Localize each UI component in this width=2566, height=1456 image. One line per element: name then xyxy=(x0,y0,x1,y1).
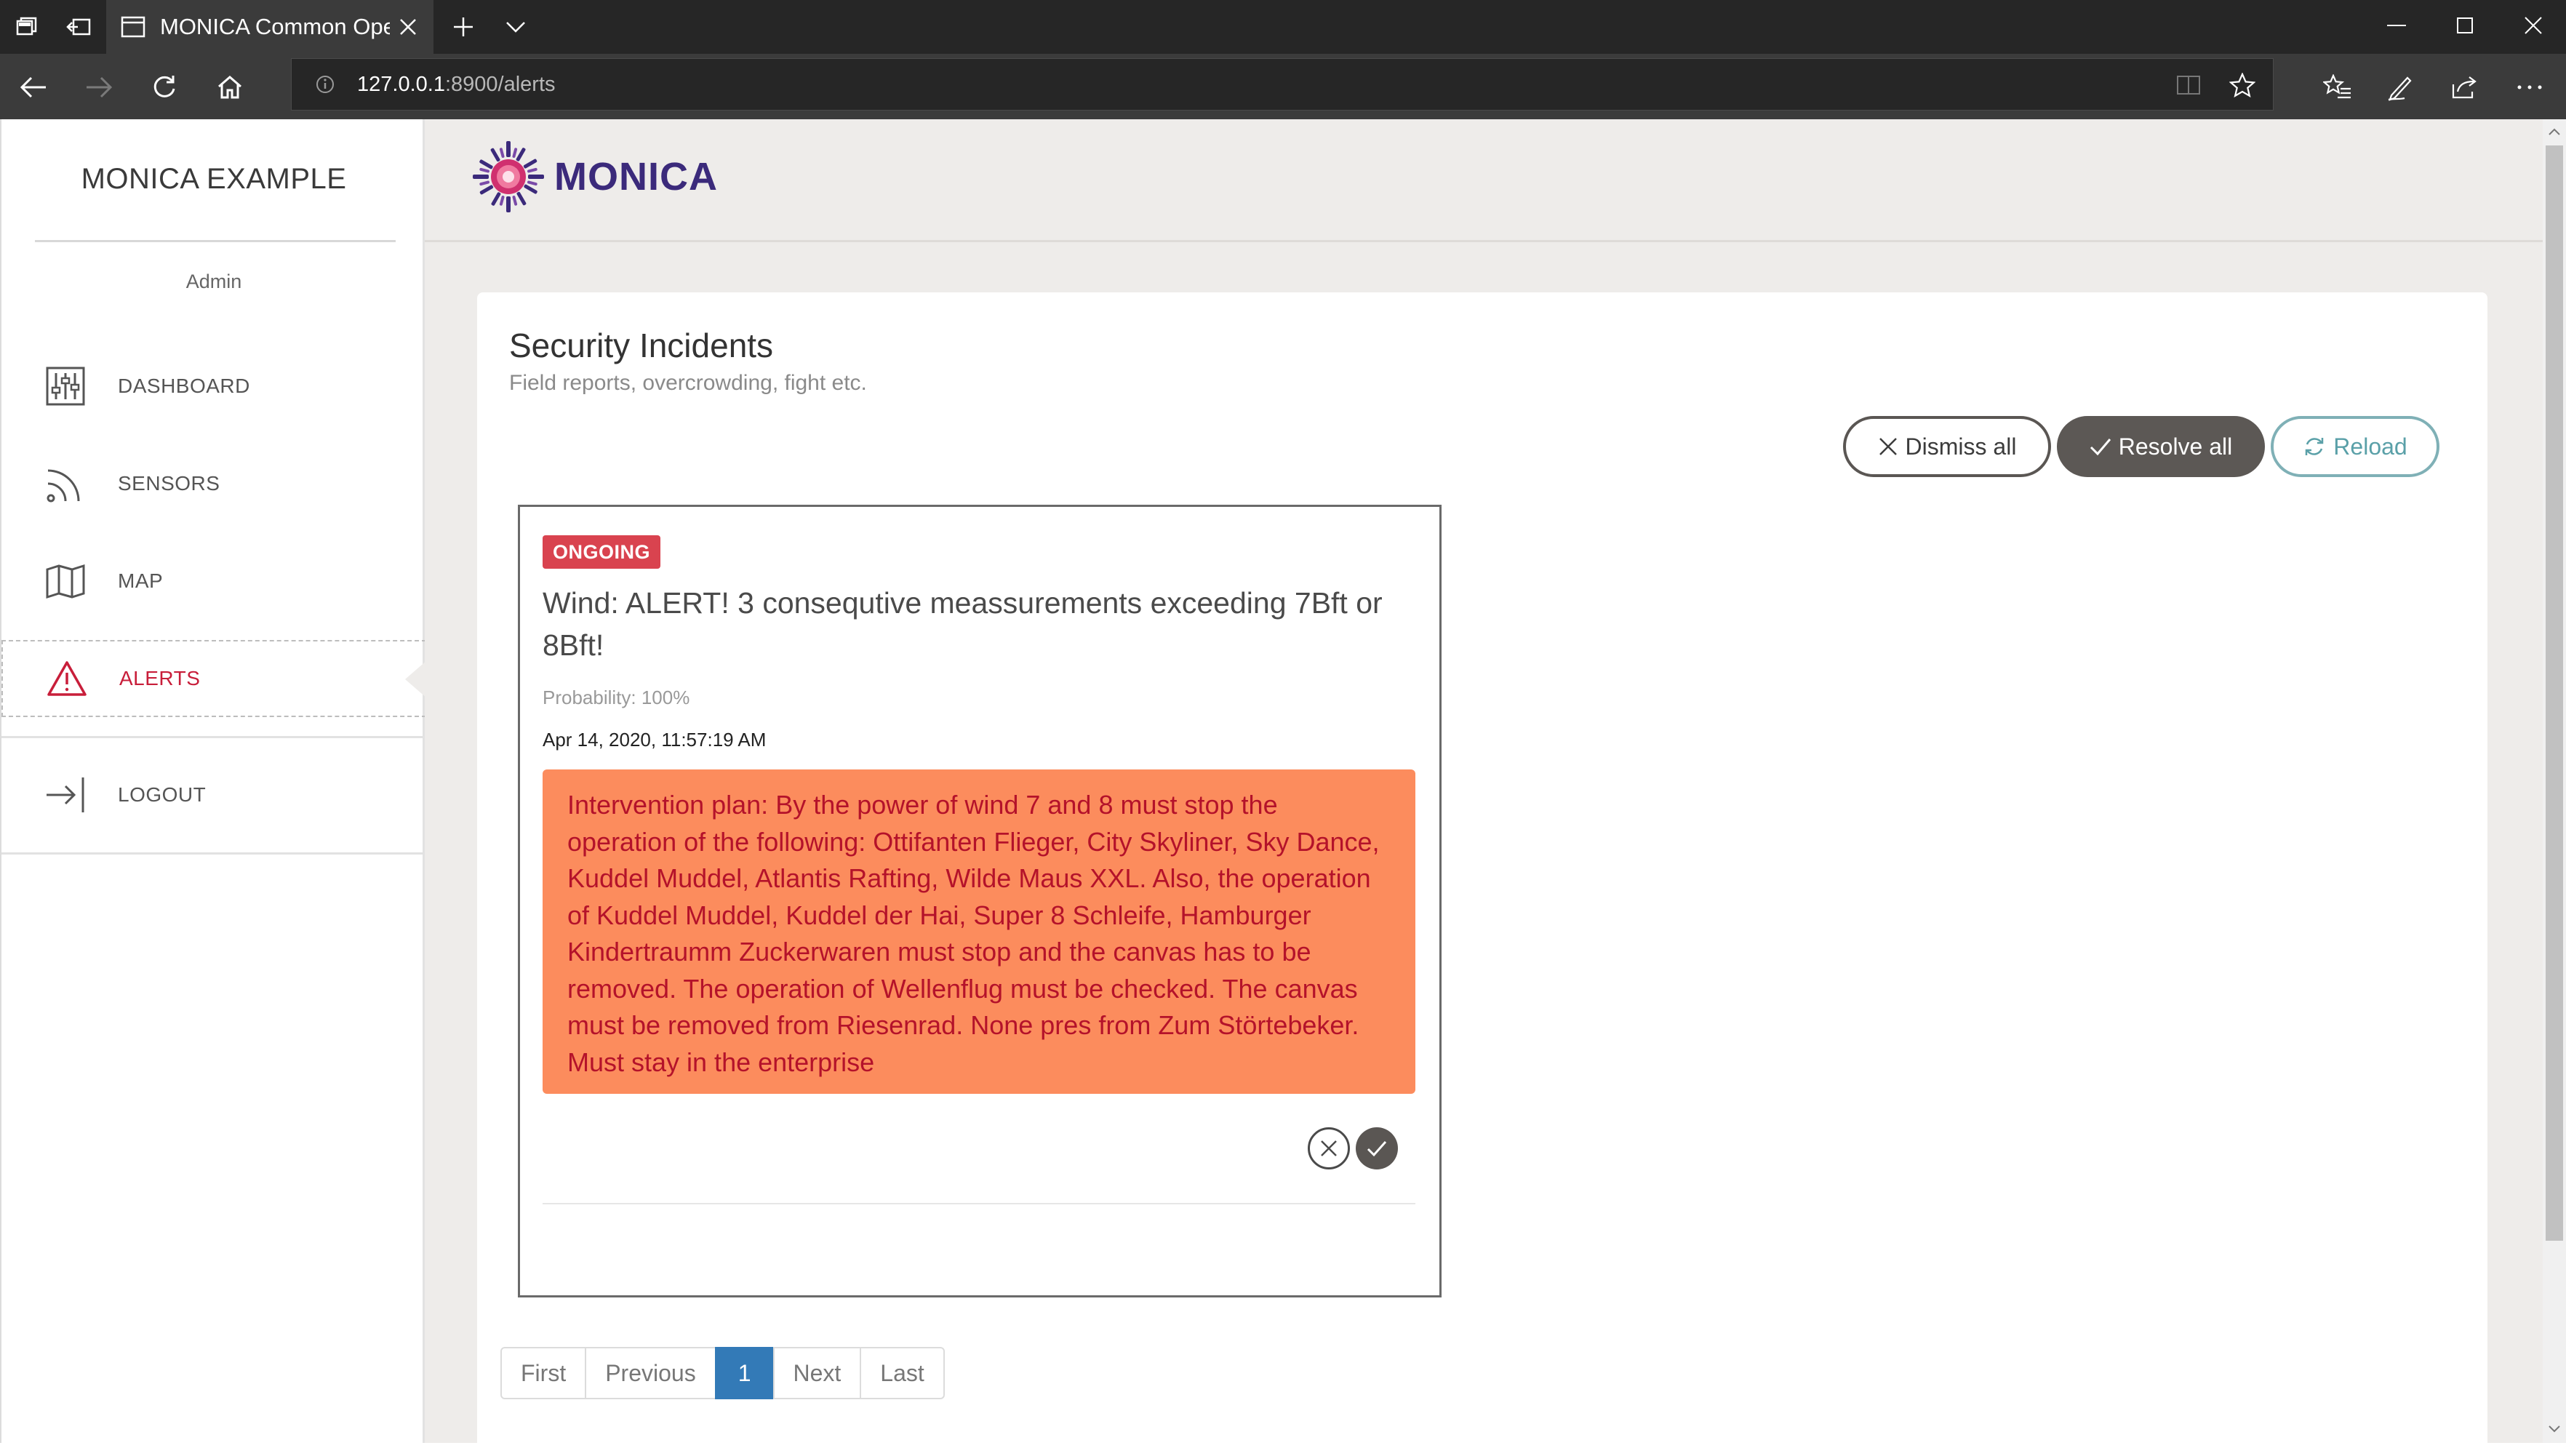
monica-logo: MONICA xyxy=(470,138,718,215)
url-host: 127.0.0.1 xyxy=(357,72,445,96)
alert-title: Wind: ALERT! 3 consequtive meassurements… xyxy=(543,586,1383,662)
page-icon xyxy=(121,16,145,38)
sidebar-item-label: SENSORS xyxy=(118,472,220,495)
page-current-button[interactable]: 1 xyxy=(714,1347,775,1399)
divider xyxy=(35,240,396,242)
status-badge: ONGOING xyxy=(543,535,661,569)
sidebar-item-map[interactable]: MAP xyxy=(1,543,426,620)
page-last-button[interactable]: Last xyxy=(860,1347,945,1399)
chevron-down-icon[interactable] xyxy=(499,10,532,44)
share-icon[interactable] xyxy=(2444,67,2485,108)
home-icon[interactable] xyxy=(209,67,250,108)
sidebar-item-label: MAP xyxy=(118,569,164,592)
dismiss-all-button[interactable]: Dismiss all xyxy=(1843,416,2051,477)
browser-tab[interactable]: MONICA Common Ope xyxy=(106,0,433,54)
reload-button[interactable]: Reload xyxy=(2271,416,2439,477)
refresh-icon[interactable] xyxy=(144,67,185,108)
divider xyxy=(1,852,426,855)
favorites-hub-icon[interactable] xyxy=(2317,67,2358,108)
sidebar-item-label: ALERTS xyxy=(119,667,201,689)
close-icon xyxy=(1321,1140,1337,1156)
favorite-star-icon[interactable] xyxy=(2222,65,2263,105)
rss-icon xyxy=(44,462,87,505)
sidebar: MONICA EXAMPLE Admin DASHBOARD SENSORS M… xyxy=(0,119,427,1443)
scrollbar-thumb[interactable] xyxy=(2546,145,2563,1241)
forward-icon[interactable] xyxy=(79,67,119,108)
site-info-icon[interactable] xyxy=(302,61,348,108)
intervention-plan-box: Intervention plan: By the power of wind … xyxy=(543,769,1415,1094)
logout-icon xyxy=(44,773,87,817)
new-tab-icon[interactable] xyxy=(447,10,480,44)
reload-icon xyxy=(2303,435,2326,458)
dismiss-alert-button[interactable] xyxy=(1308,1127,1350,1169)
sidebar-item-label: DASHBOARD xyxy=(118,375,250,397)
resolve-all-label: Resolve all xyxy=(2118,433,2233,460)
panel-title: Security Incidents xyxy=(509,327,774,364)
card-divider xyxy=(543,1203,1415,1204)
alert-probability: Probability: 100% xyxy=(543,687,690,708)
logo-text: MONICA xyxy=(554,155,718,199)
window-close-icon[interactable] xyxy=(2493,0,2566,51)
user-name: Admin xyxy=(185,271,242,292)
resolve-all-button[interactable]: Resolve all xyxy=(2057,416,2265,477)
browser-titlebar: MONICA Common Ope xyxy=(0,0,2566,54)
address-bar[interactable]: 127.0.0.1:8900/alerts xyxy=(291,58,2274,111)
page-previous-button[interactable]: Previous xyxy=(585,1347,716,1399)
sidebar-item-dashboard[interactable]: DASHBOARD xyxy=(1,348,426,425)
pen-icon[interactable] xyxy=(2380,67,2421,108)
dismiss-all-label: Dismiss all xyxy=(1905,433,2017,460)
check-icon xyxy=(1367,1141,1387,1157)
monica-logo-mark-icon xyxy=(473,141,544,212)
divider xyxy=(1,736,426,738)
app-name: MONICA EXAMPLE xyxy=(81,163,347,195)
check-icon xyxy=(2090,437,2111,456)
panel-subtitle: Field reports, overcrowding, fight etc. xyxy=(509,371,867,395)
sidebar-item-alerts[interactable]: ALERTS xyxy=(1,640,427,717)
header-divider xyxy=(425,240,2543,242)
scroll-up-icon[interactable] xyxy=(2544,121,2565,143)
reading-view-icon[interactable] xyxy=(2168,65,2209,105)
alert-timestamp: Apr 14, 2020, 11:57:19 AM xyxy=(543,729,767,751)
back-icon[interactable] xyxy=(13,67,54,108)
reload-label: Reload xyxy=(2333,433,2407,460)
sidebar-item-sensors[interactable]: SENSORS xyxy=(1,445,426,522)
set-tabs-aside-icon[interactable] xyxy=(63,10,96,44)
tab-title: MONICA Common Ope xyxy=(160,14,390,39)
close-icon xyxy=(1878,436,1898,457)
tab-close-icon[interactable] xyxy=(390,9,426,45)
intervention-plan-text: Intervention plan: By the power of wind … xyxy=(567,790,1380,1077)
resolve-alert-button[interactable] xyxy=(1356,1127,1398,1169)
url-path: :8900/alerts xyxy=(444,72,556,96)
scroll-down-icon[interactable] xyxy=(2544,1418,2565,1440)
warning-triangle-icon xyxy=(45,657,89,700)
page-next-button[interactable]: Next xyxy=(772,1347,862,1399)
map-icon xyxy=(44,559,87,603)
sliders-icon xyxy=(44,364,87,408)
tab-actions-icon[interactable] xyxy=(10,10,44,44)
sidebar-item-logout[interactable]: LOGOUT xyxy=(1,756,426,833)
pagination: First Previous 1 Next Last xyxy=(500,1347,945,1399)
sidebar-item-label: LOGOUT xyxy=(118,783,207,806)
page-first-button[interactable]: First xyxy=(500,1347,587,1399)
more-icon[interactable] xyxy=(2509,67,2550,108)
